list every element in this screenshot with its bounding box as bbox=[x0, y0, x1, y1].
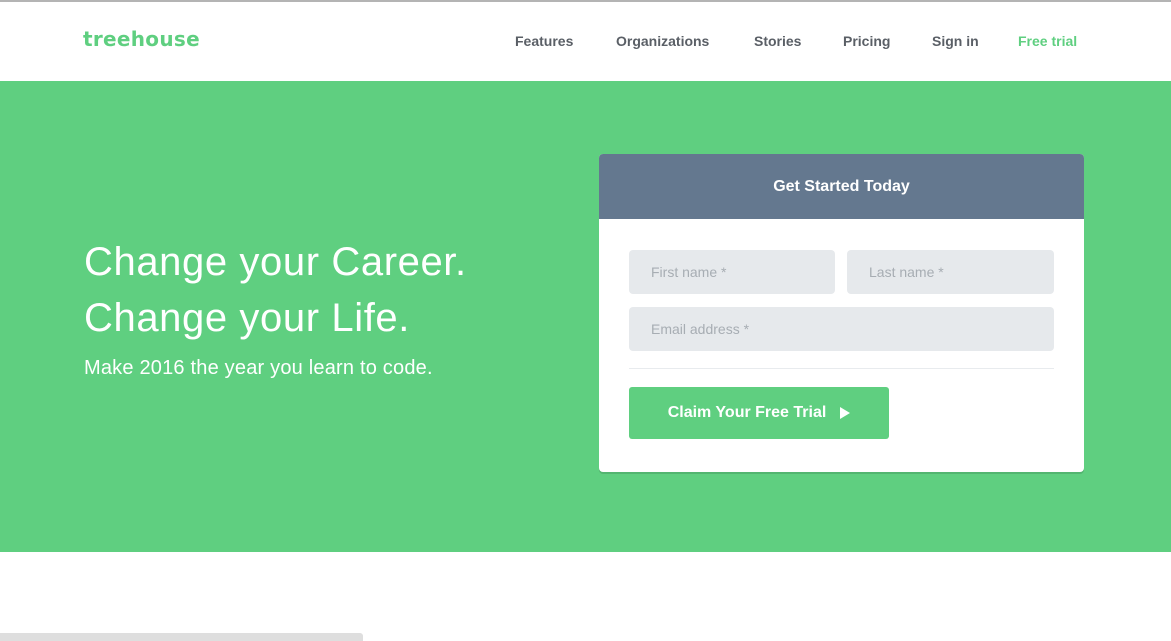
horizontal-scrollbar[interactable] bbox=[0, 633, 363, 641]
signup-card-title: Get Started Today bbox=[599, 154, 1084, 219]
nav-sign-in[interactable]: Sign in bbox=[932, 33, 979, 49]
hero-subline: Make 2016 the year you learn to code. bbox=[84, 357, 433, 379]
email-input[interactable] bbox=[629, 307, 1054, 351]
nav-features[interactable]: Features bbox=[515, 33, 573, 49]
hero-headline: Change your Career. Change your Life. bbox=[84, 234, 467, 346]
nav-pricing[interactable]: Pricing bbox=[843, 33, 890, 49]
hero-section: Change your Career. Change your Life. Ma… bbox=[0, 81, 1171, 552]
main-nav: Features Organizations Stories Pricing S… bbox=[0, 33, 1171, 53]
nav-free-trial[interactable]: Free trial bbox=[1018, 33, 1077, 49]
headline-line-2: Change your Life. bbox=[84, 296, 410, 340]
nav-organizations[interactable]: Organizations bbox=[616, 33, 709, 49]
last-name-input[interactable] bbox=[847, 250, 1054, 294]
form-divider bbox=[629, 368, 1054, 369]
site-header: treehouse Features Organizations Stories… bbox=[0, 2, 1171, 81]
claim-free-trial-button[interactable]: Claim Your Free Trial bbox=[629, 387, 889, 439]
nav-stories[interactable]: Stories bbox=[754, 33, 801, 49]
first-name-input[interactable] bbox=[629, 250, 835, 294]
headline-line-1: Change your Career. bbox=[84, 240, 467, 284]
play-icon bbox=[840, 407, 851, 419]
claim-free-trial-label: Claim Your Free Trial bbox=[667, 404, 827, 421]
signup-card: Get Started Today Claim Your Free Trial bbox=[599, 154, 1084, 472]
